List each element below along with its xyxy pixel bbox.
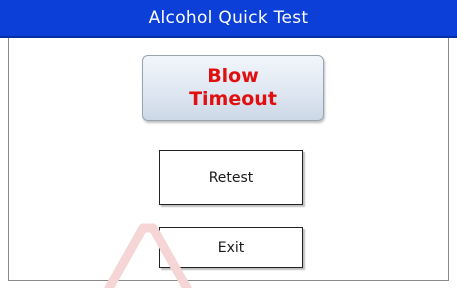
status-message: Blow Timeout <box>189 65 277 110</box>
window-title: Alcohol Quick Test <box>148 8 309 28</box>
status-panel: Blow Timeout <box>142 55 324 121</box>
title-bar: Alcohol Quick Test <box>0 0 457 38</box>
retest-button[interactable]: Retest <box>159 150 303 205</box>
device-screen: Alcohol Quick Test Blow Timeout Retest E… <box>0 0 457 288</box>
exit-button[interactable]: Exit <box>159 227 303 268</box>
